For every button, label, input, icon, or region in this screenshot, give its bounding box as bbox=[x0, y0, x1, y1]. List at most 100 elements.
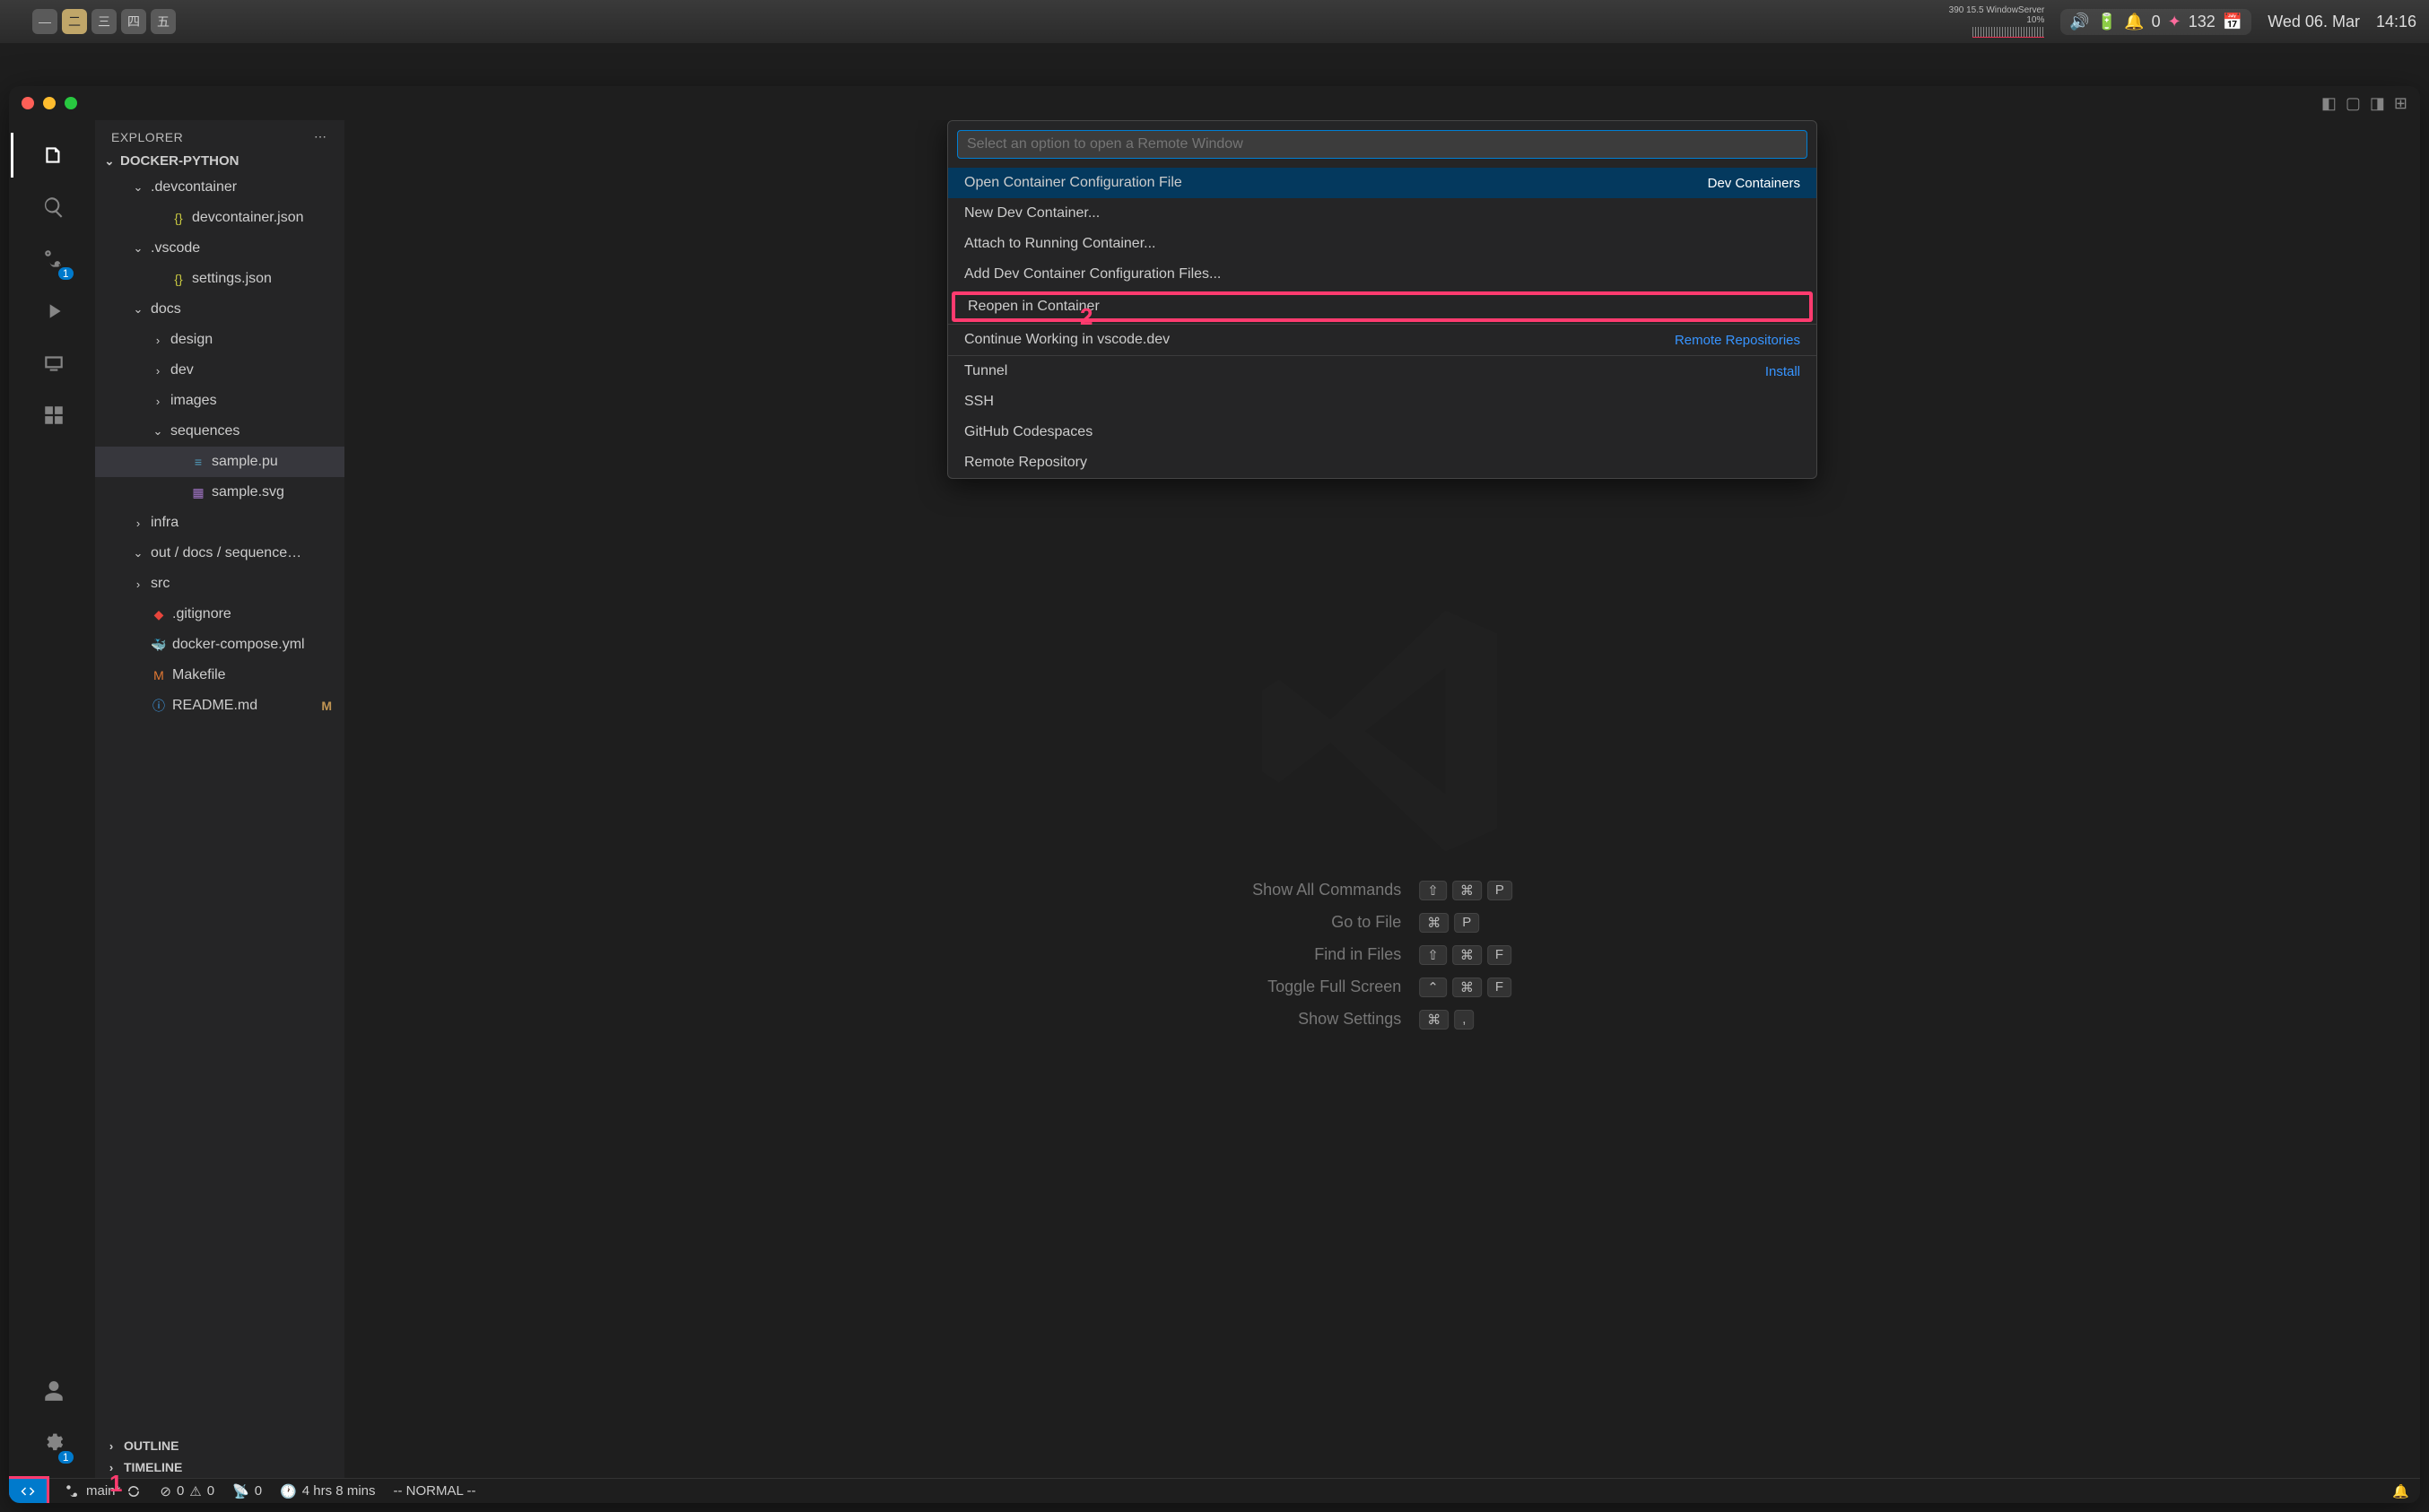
file-item[interactable]: {}devcontainer.json bbox=[95, 203, 344, 233]
folder-item[interactable]: out / docs / sequence… bbox=[95, 538, 344, 569]
accounts-button[interactable] bbox=[11, 1365, 97, 1417]
settings-button[interactable]: 1 bbox=[11, 1417, 97, 1469]
battery-icon[interactable]: 🔋 bbox=[2097, 13, 2117, 31]
folder-item[interactable]: sequences bbox=[95, 416, 344, 447]
remote-explorer-tab[interactable] bbox=[11, 337, 97, 389]
counter: 132 bbox=[2189, 13, 2216, 31]
clock-icon: 🕐 bbox=[280, 1483, 297, 1499]
remote-window-button[interactable] bbox=[9, 1479, 47, 1504]
file-item[interactable]: ▦sample.svg bbox=[95, 477, 344, 508]
app-slot-1[interactable]: — bbox=[32, 9, 57, 34]
shortcut-label: Show Settings bbox=[1252, 1010, 1401, 1029]
cpu-monitor[interactable]: 390 15.5 WindowServer 10% bbox=[1949, 5, 2045, 38]
search-tab[interactable] bbox=[11, 181, 97, 233]
palette-item[interactable]: New Dev Container... bbox=[948, 198, 1816, 229]
chevron-icon bbox=[131, 546, 145, 560]
palette-item[interactable]: SSH bbox=[948, 387, 1816, 417]
chevron-icon bbox=[131, 578, 145, 591]
search-icon bbox=[42, 196, 65, 219]
explorer-more-icon[interactable]: ⋯ bbox=[314, 129, 328, 144]
problems-status[interactable]: ⊘0 ⚠0 bbox=[160, 1483, 214, 1499]
palette-item[interactable]: GitHub Codespaces bbox=[948, 417, 1816, 448]
palette-item-label: New Dev Container... bbox=[964, 205, 1100, 222]
file-item[interactable]: ⓘREADME.mdM bbox=[95, 691, 344, 721]
timeline-section[interactable]: TIMELINE bbox=[95, 1456, 344, 1478]
file-item[interactable]: 🐳docker-compose.yml bbox=[95, 630, 344, 660]
toggle-panel-icon[interactable]: ▢ bbox=[2346, 94, 2361, 113]
run-debug-tab[interactable] bbox=[11, 285, 97, 337]
minimize-button[interactable] bbox=[43, 97, 56, 109]
git-branch-status[interactable]: main* bbox=[65, 1483, 142, 1499]
file-item[interactable]: {}settings.json bbox=[95, 264, 344, 294]
customize-layout-icon[interactable]: ⊞ bbox=[2394, 94, 2407, 113]
palette-item-label: SSH bbox=[964, 394, 994, 410]
folder-item[interactable]: infra bbox=[95, 508, 344, 538]
palette-item-label: Continue Working in vscode.dev bbox=[964, 332, 1170, 348]
folder-item[interactable]: images bbox=[95, 386, 344, 416]
app-slot-5[interactable]: 五 bbox=[151, 9, 176, 34]
palette-item[interactable]: Open Container Configuration File Dev Con… bbox=[948, 168, 1816, 198]
maximize-button[interactable] bbox=[65, 97, 77, 109]
folder-section[interactable]: DOCKER-PYTHON bbox=[95, 150, 344, 172]
extensions-tab[interactable] bbox=[11, 389, 97, 441]
palette-item[interactable]: Continue Working in vscode.devRemote Rep… bbox=[948, 325, 1816, 355]
sync-icon[interactable] bbox=[126, 1483, 142, 1499]
shortcut-label: Show All Commands bbox=[1252, 881, 1401, 899]
tree-item-label: README.md bbox=[172, 698, 257, 714]
palette-input[interactable] bbox=[957, 130, 1807, 159]
git-file-icon: ◆ bbox=[151, 607, 167, 622]
palette-item[interactable]: Remote Repository bbox=[948, 448, 1816, 478]
palette-item[interactable]: Add Dev Container Configuration Files... bbox=[948, 259, 1816, 290]
folder-item[interactable]: dev bbox=[95, 355, 344, 386]
outline-section[interactable]: OUTLINE bbox=[95, 1435, 344, 1456]
window-titlebar[interactable]: ◧ ▢ ◨ ⊞ bbox=[9, 86, 2420, 120]
toggle-secondary-panel-icon[interactable]: ◨ bbox=[2370, 94, 2385, 113]
tree-item-label: .gitignore bbox=[172, 606, 231, 622]
shortcut-keys: ⌘, bbox=[1419, 1010, 1512, 1030]
remote-icon bbox=[42, 352, 65, 375]
palette-item-category: Dev Containers bbox=[1708, 176, 1800, 191]
account-icon bbox=[42, 1379, 65, 1403]
explorer-tab[interactable] bbox=[11, 129, 97, 181]
palette-item[interactable]: Attach to Running Container... bbox=[948, 229, 1816, 259]
remote-window-palette: Open Container Configuration File Dev Con… bbox=[947, 120, 1817, 479]
shortcut-label: Find in Files bbox=[1252, 945, 1401, 964]
notifications-button[interactable]: 🔔 bbox=[2392, 1483, 2409, 1499]
folder-item[interactable]: .devcontainer bbox=[95, 172, 344, 203]
file-item[interactable]: ◆ .gitignore bbox=[95, 599, 344, 630]
app-slot-3[interactable]: 三 bbox=[91, 9, 117, 34]
ports-status[interactable]: 📡0 bbox=[232, 1483, 262, 1499]
calendar-icon[interactable]: 📅 bbox=[2223, 13, 2242, 31]
folder-item[interactable]: docs bbox=[95, 294, 344, 325]
tree-item-label: src bbox=[151, 576, 170, 592]
folder-item[interactable]: src bbox=[95, 569, 344, 599]
chevron-icon bbox=[151, 364, 165, 378]
time-tracking-status[interactable]: 🕐4 hrs 8 mins bbox=[280, 1483, 375, 1499]
app-slot-2[interactable]: 二 bbox=[62, 9, 87, 34]
time-label[interactable]: 14:16 bbox=[2376, 13, 2416, 31]
file-item[interactable]: ≡sample.pu bbox=[95, 447, 344, 477]
make-file-icon: M bbox=[151, 668, 167, 682]
cpu-graph-icon bbox=[1972, 27, 2044, 38]
bell-icon[interactable]: 🔔 bbox=[2124, 13, 2144, 31]
source-control-tab[interactable]: 1 bbox=[11, 233, 97, 285]
tree-item-label: sample.pu bbox=[212, 454, 278, 470]
tree-item-label: .vscode bbox=[151, 240, 200, 256]
palette-item-label: Add Dev Container Configuration Files... bbox=[964, 266, 1221, 282]
file-item[interactable]: MMakefile bbox=[95, 660, 344, 691]
shortcut-label: Toggle Full Screen bbox=[1252, 978, 1401, 996]
app-icon[interactable]: ✦ bbox=[2168, 13, 2181, 31]
volume-icon[interactable]: 🔊 bbox=[2069, 13, 2089, 31]
palette-item[interactable]: TunnelInstall bbox=[948, 356, 1816, 387]
shortcut-keys: ⌃⌘F bbox=[1419, 978, 1512, 997]
toggle-primary-panel-icon[interactable]: ◧ bbox=[2321, 94, 2337, 113]
date-label[interactable]: Wed 06. Mar bbox=[2268, 13, 2360, 31]
cpu-line2: 10% bbox=[2026, 15, 2044, 25]
chevron-down-icon bbox=[102, 154, 117, 169]
palette-item-label: Open Container Configuration File bbox=[964, 175, 1182, 191]
folder-item[interactable]: design bbox=[95, 325, 344, 355]
tree-item-label: .devcontainer bbox=[151, 179, 237, 196]
app-slot-4[interactable]: 四 bbox=[121, 9, 146, 34]
folder-item[interactable]: .vscode bbox=[95, 233, 344, 264]
close-button[interactable] bbox=[22, 97, 34, 109]
